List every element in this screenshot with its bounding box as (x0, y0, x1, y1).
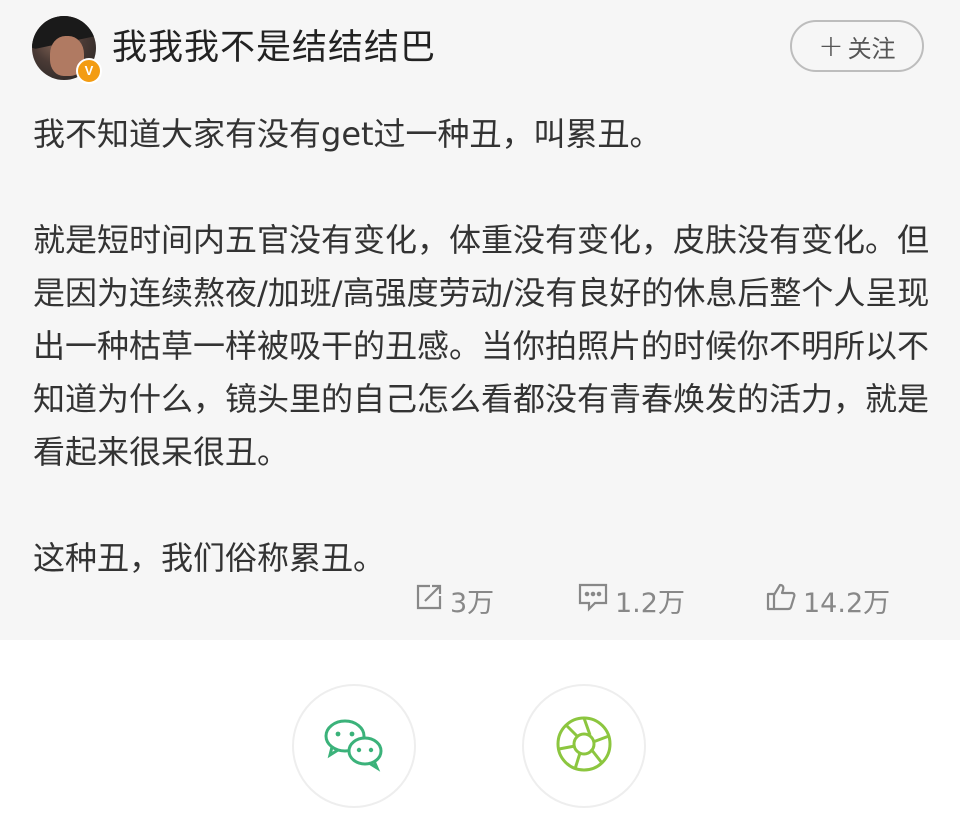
share-panel (0, 640, 960, 836)
like-count: 14.2万 (803, 587, 891, 619)
action-bar: 3万 1.2万 14.2万 (0, 575, 960, 625)
username[interactable]: 我我我不是结结结巴 (112, 24, 436, 72)
post-header: V 我我我不是结结结巴 + 关注 (0, 0, 960, 100)
comment-button[interactable]: 1.2万 (577, 575, 685, 625)
repost-icon (414, 582, 450, 619)
post-content: 我不知道大家有没有get过一种丑，叫累丑。 就是短时间内五官没有变化，体重没有变… (33, 108, 933, 585)
follow-button-label: 关注 (847, 34, 896, 63)
thumbs-up-icon (765, 581, 803, 620)
share-moments-button[interactable] (522, 684, 646, 808)
repost-count: 3万 (450, 587, 495, 619)
comment-icon (577, 582, 615, 619)
follow-button[interactable]: + 关注 (790, 20, 924, 72)
share-wechat-button[interactable] (292, 684, 416, 808)
plus-icon: + (818, 28, 844, 64)
wechat-icon (322, 716, 386, 776)
comment-count: 1.2万 (615, 587, 685, 619)
verified-badge: V (76, 58, 102, 84)
like-button[interactable]: 14.2万 (765, 575, 890, 625)
post-paragraph: 就是短时间内五官没有变化，体重没有变化，皮肤没有变化。但是因为连续熬夜/加班/高… (33, 221, 930, 471)
post-card: V 我我我不是结结结巴 + 关注 我不知道大家有没有get过一种丑，叫累丑。 就… (0, 0, 960, 640)
wechat-moments-icon (554, 714, 614, 778)
repost-button[interactable]: 3万 (414, 575, 494, 625)
post-paragraph: 我不知道大家有没有get过一种丑，叫累丑。 (33, 115, 662, 153)
